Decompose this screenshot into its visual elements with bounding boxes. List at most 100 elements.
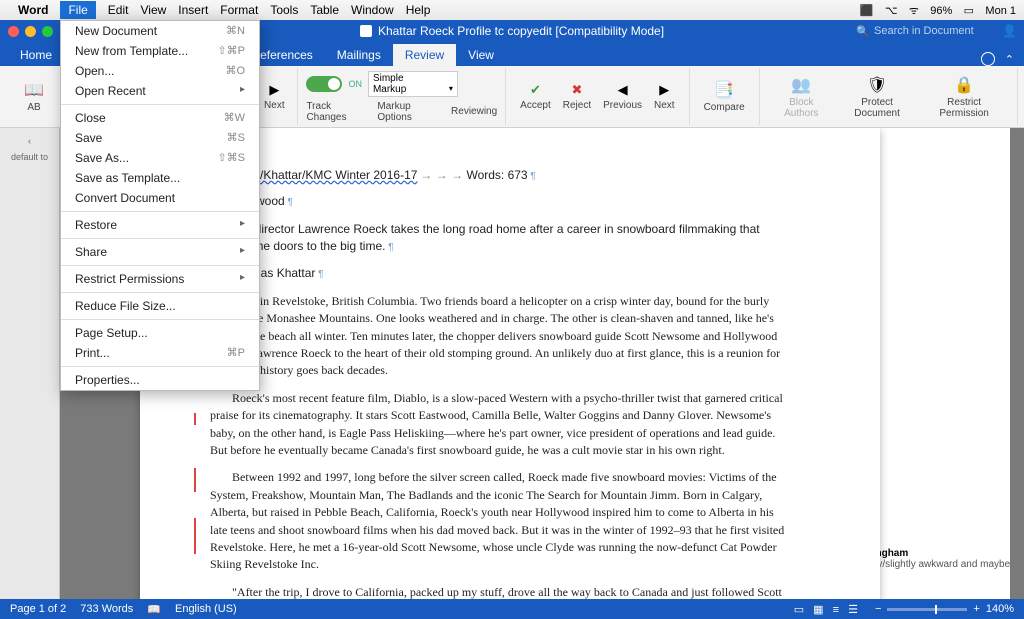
reject-icon: ✖ (569, 82, 585, 98)
byline: By Nicholas Khattar ¶ (210, 265, 790, 283)
gear-icon[interactable] (981, 52, 995, 66)
doc-header: Frontside/Khattar/KMC Winter 2016-17 → →… (210, 168, 790, 183)
menu-view[interactable]: View (140, 3, 166, 17)
status-icons: ⬛ ⌥ ᯤ 96% ▭ Mon 1 (852, 3, 1016, 18)
markup-options[interactable]: Markup Options (377, 101, 439, 123)
prev-icon: ◀ (615, 82, 631, 98)
tab-review[interactable]: Review (393, 44, 456, 66)
markup-mode-select[interactable]: Simple Markup (368, 71, 458, 97)
file-save-template[interactable]: Save as Template... (61, 168, 259, 188)
file-new-document[interactable]: New Document⌘N (61, 21, 259, 41)
lock-icon: 🔒 (954, 75, 974, 95)
body-p2: Roeck's most recent feature film, Diablo… (210, 390, 790, 460)
file-menu-dropdown: New Document⌘N New from Template...⇧⌘P O… (60, 20, 260, 391)
menu-edit[interactable]: Edit (108, 3, 129, 17)
compare-icon: 📑 (714, 80, 734, 100)
zoom-level[interactable]: 140% (986, 603, 1014, 615)
margin-note: default to (11, 152, 48, 163)
next-comment-button[interactable]: ▶Next (259, 80, 289, 113)
file-open-recent[interactable]: Open Recent (61, 81, 259, 101)
spellcheck-icon[interactable]: 📖 (147, 603, 161, 616)
menu-tools[interactable]: Tools (270, 3, 298, 17)
menu-help[interactable]: Help (406, 3, 431, 17)
next-icon: ▶ (266, 82, 282, 98)
file-save[interactable]: Save⌘S (61, 128, 259, 148)
view-draft-icon[interactable]: ☰ (848, 604, 858, 616)
restrict-permission-button[interactable]: 🔒Restrict Permission (919, 73, 1009, 121)
next-icon: ▶ (656, 82, 672, 98)
spelling-button[interactable]: 📖AB (14, 78, 54, 115)
tab-home[interactable]: Home (8, 44, 64, 66)
file-new-template[interactable]: New from Template...⇧⌘P (61, 41, 259, 61)
file-reduce-size[interactable]: Reduce File Size... (61, 296, 259, 316)
chevron-left-icon[interactable]: ‹ (28, 136, 31, 146)
bluetooth-icon[interactable]: ⌥ (885, 5, 898, 17)
macos-menubar: Word File Edit View Insert Format Tools … (0, 0, 1024, 20)
track-changes-label[interactable]: Track Changes (306, 101, 365, 123)
block-authors-button[interactable]: 👥Block Authors (768, 73, 835, 121)
battery-icon[interactable]: ▭ (964, 5, 974, 17)
file-properties[interactable]: Properties... (61, 370, 259, 390)
menu-table[interactable]: Table (310, 3, 339, 17)
block-icon: 👥 (791, 75, 811, 95)
accept-icon: ✔ (527, 82, 543, 98)
file-print[interactable]: Print...⌘P (61, 343, 259, 363)
close-icon (8, 26, 19, 37)
dropbox-icon[interactable]: ⬛ (860, 5, 874, 17)
page-indicator[interactable]: Page 1 of 2 (10, 603, 66, 615)
view-switcher: ▭ ▦ ≡ ☰ (791, 603, 861, 616)
search-box[interactable]: 🔍 (856, 25, 994, 38)
body-p4: "After the trip, I drove to California, … (210, 584, 790, 599)
window-controls[interactable] (8, 26, 53, 37)
zoom-out-button[interactable]: − (875, 603, 881, 615)
track-changes-toggle[interactable] (306, 76, 342, 92)
account-icon[interactable]: 👤 (1002, 24, 1016, 38)
status-bar: Page 1 of 2 733 Words 📖 English (US) ▭ ▦… (0, 599, 1024, 619)
prev-change-button[interactable]: ◀Previous (597, 80, 648, 113)
file-share[interactable]: Share (61, 242, 259, 262)
tab-view[interactable]: View (456, 44, 506, 66)
tab-mailings[interactable]: Mailings (325, 44, 393, 66)
view-outline-icon[interactable]: ≡ (833, 604, 839, 616)
compare-button[interactable]: 📑Compare (698, 78, 751, 115)
fullscreen-icon (42, 26, 53, 37)
clock[interactable]: Mon 1 (985, 5, 1016, 17)
file-save-as[interactable]: Save As...⇧⌘S (61, 148, 259, 168)
zoom-slider[interactable] (887, 608, 967, 611)
chevron-up-icon[interactable]: ⌃ (1005, 53, 1014, 66)
file-restrict-permissions[interactable]: Restrict Permissions (61, 269, 259, 289)
zoom-control: − + 140% (875, 603, 1014, 615)
search-input[interactable] (874, 25, 994, 37)
left-margin-panel: ‹ default to (0, 128, 60, 599)
language[interactable]: English (US) (175, 603, 237, 615)
battery-pct: 96% (930, 5, 952, 17)
file-page-setup[interactable]: Page Setup... (61, 323, 259, 343)
shield-icon: 🛡 (867, 75, 887, 95)
menu-format[interactable]: Format (220, 3, 258, 17)
reviewing-pane[interactable]: Reviewing (451, 101, 497, 123)
zoom-in-button[interactable]: + (973, 603, 979, 615)
body-p3: Between 1992 and 1997, long before the s… (210, 469, 790, 573)
app-name[interactable]: Word (18, 3, 48, 17)
body-p1: It's 9 a.m. in Revelstoke, British Colum… (210, 293, 790, 380)
minimize-icon (25, 26, 36, 37)
protect-document-button[interactable]: 🛡Protect Document (835, 73, 919, 121)
menu-insert[interactable]: Insert (178, 3, 208, 17)
deck: [D] Film director Lawrence Roeck takes t… (210, 221, 790, 256)
file-restore[interactable]: Restore (61, 215, 259, 235)
document-title: Khattar Roeck Profile tc copyedit [Compa… (378, 24, 664, 38)
view-print-icon[interactable]: ▭ (794, 604, 804, 616)
accept-button[interactable]: ✔Accept (514, 80, 557, 113)
view-web-icon[interactable]: ▦ (813, 604, 823, 616)
menu-file[interactable]: File (60, 1, 95, 19)
file-close[interactable]: Close⌘W (61, 108, 259, 128)
file-open[interactable]: Open...⌘O (61, 61, 259, 81)
next-change-button[interactable]: ▶Next (648, 80, 681, 113)
file-convert[interactable]: Convert Document (61, 188, 259, 208)
doc-icon (360, 25, 372, 37)
menu-window[interactable]: Window (351, 3, 394, 17)
reject-button[interactable]: ✖Reject (557, 80, 597, 113)
heading: [H] Revywood ¶ (210, 193, 790, 211)
wifi-icon[interactable]: ᯤ (909, 5, 919, 17)
word-count[interactable]: 733 Words (80, 603, 133, 615)
